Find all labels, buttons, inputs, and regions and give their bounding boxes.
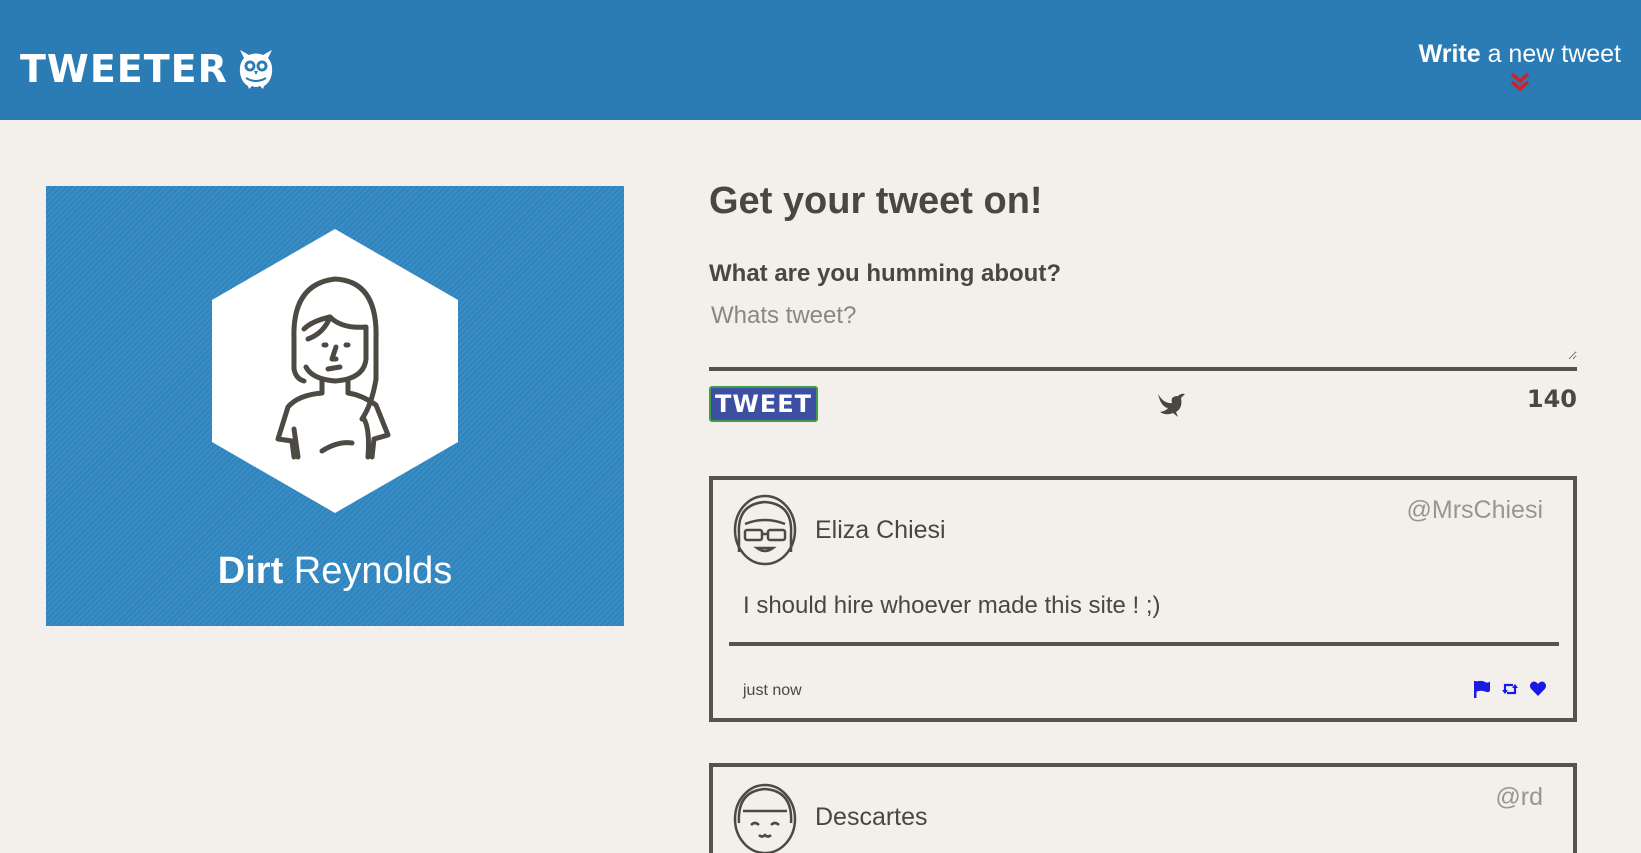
write-new-tweet-label: Write a new tweet <box>1418 40 1621 68</box>
tweet-author-name[interactable]: Descartes <box>815 803 928 832</box>
bird-icon <box>1158 393 1185 417</box>
write-new-tweet-link[interactable]: Write a new tweet <box>1419 42 1621 93</box>
compose-label: What are you humming about? <box>709 260 1061 287</box>
character-counter: 140 <box>1526 385 1577 413</box>
tweet-author-name[interactable]: Eliza Chiesi <box>815 516 946 545</box>
retweet-icon[interactable] <box>1501 680 1519 698</box>
logo[interactable]: TWEETER <box>20 48 276 90</box>
tweet-card: Descartes @rd <box>709 763 1577 853</box>
tweet-author-handle[interactable]: @rd <box>1495 783 1543 812</box>
tweet-body: I should hire whoever made this site ! ;… <box>743 592 1161 619</box>
tweet-actions <box>1473 680 1547 698</box>
tweet-timestamp: just now <box>743 682 802 699</box>
profile-card: Dirt Reynolds <box>46 186 624 626</box>
double-chevron-down-icon <box>1510 72 1529 92</box>
flag-icon[interactable] <box>1473 680 1491 698</box>
compose-divider <box>709 367 1577 371</box>
heart-icon[interactable] <box>1529 680 1547 698</box>
top-bar: TWEETER Write a new tweet <box>0 0 1641 120</box>
user-avatar-icon <box>733 783 797 853</box>
woman-avatar-icon <box>212 229 458 513</box>
tweet-divider <box>729 642 1559 646</box>
compose-title: Get your tweet on! <box>709 180 1043 222</box>
tweet-button[interactable]: TWEET <box>709 386 818 422</box>
tweet-card: Eliza Chiesi @MrsChiesi I should hire wh… <box>709 476 1577 722</box>
logo-text: TWEETER <box>20 47 228 91</box>
tweet-input[interactable] <box>709 298 1577 360</box>
tweet-author-handle[interactable]: @MrsChiesi <box>1407 496 1544 525</box>
owl-icon <box>239 50 273 89</box>
profile-name: Dirt Reynolds <box>217 550 453 592</box>
user-avatar-icon <box>733 494 797 566</box>
